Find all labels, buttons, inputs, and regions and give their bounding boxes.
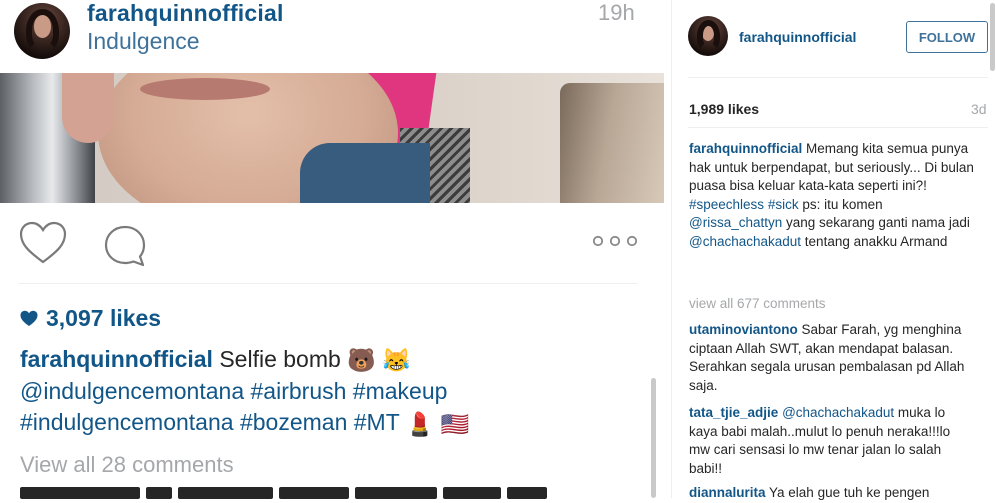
panel-caption-author[interactable]: farahquinnofficial (689, 141, 802, 156)
panel-author-username[interactable]: farahquinnofficial (739, 29, 856, 45)
panel-caption-mention[interactable]: @rissa_chattyn (689, 215, 782, 230)
caption-hashtag[interactable]: #airbrush (251, 378, 347, 404)
caption-text: Selfie bomb (219, 346, 341, 372)
comments-panel: farahquinnofficial FOLLOW 1,989 likes 3d… (671, 0, 996, 500)
ellipsis-icon (592, 235, 638, 247)
caption-hashtag[interactable]: #indulgencemontana (20, 409, 234, 435)
post-author-avatar[interactable] (14, 3, 70, 59)
us-flag-emoji-icon: 🇺🇸 (440, 410, 470, 437)
panel-timestamp: 3d (971, 101, 987, 117)
laughing-cat-emoji-icon: 😹 (382, 347, 411, 374)
post-author-username[interactable]: farahquinnofficial (87, 0, 284, 27)
comment-item: tata_tjie_adjie @chachachakadut muka lo … (689, 404, 974, 478)
caption-hashtag[interactable]: #bozeman (240, 409, 347, 435)
post-column: farahquinnofficial Indulgence 19h 3,097 … (0, 0, 664, 499)
panel-caption-hashtag[interactable]: #sick (768, 197, 799, 212)
view-all-comments-link[interactable]: View all 28 comments (20, 452, 234, 478)
lipstick-emoji-icon: 💄 (405, 410, 435, 437)
post-actions-bar (0, 203, 664, 283)
caption-mention[interactable]: @indulgencemontana (20, 378, 244, 404)
panel-caption-text: yang sekarang ganti nama jadi (786, 215, 970, 230)
post-likes[interactable]: 3,097 likes (20, 305, 161, 332)
panel-divider (688, 77, 988, 78)
heart-outline-icon (19, 221, 67, 264)
post-caption: farahquinnofficial Selfie bomb 🐻 😹 @indu… (20, 344, 620, 440)
comment-author[interactable]: utaminoviantono (689, 322, 798, 337)
comment-button[interactable] (102, 223, 148, 269)
post-photo[interactable] (0, 73, 664, 203)
post-timestamp: 19h (598, 0, 635, 25)
bear-emoji-icon: 🐻 (347, 347, 376, 374)
comment-item: diannalurita Ya elah gue tuh ke pengen (689, 484, 974, 503)
panel-view-all-comments-link[interactable]: view all 677 comments (689, 296, 826, 311)
post-location[interactable]: Indulgence (87, 28, 200, 55)
post-scrollbar[interactable] (651, 378, 656, 498)
like-button[interactable] (18, 220, 68, 268)
panel-caption-text: ps: itu komen (802, 196, 883, 212)
caption-author[interactable]: farahquinnofficial (20, 346, 213, 372)
follow-button[interactable]: FOLLOW (906, 21, 988, 53)
panel-likes[interactable]: 1,989 likes (689, 101, 759, 117)
heart-filled-icon (20, 310, 38, 326)
panel-scrollbar[interactable] (990, 3, 995, 71)
panel-caption-mention[interactable]: @chachachakadut (689, 234, 801, 249)
caption-hashtag[interactable]: #MT (354, 409, 400, 435)
panel-divider (688, 127, 988, 128)
panel-author-avatar[interactable] (688, 16, 728, 56)
more-options-button[interactable] (592, 233, 638, 249)
comment-mention[interactable]: @chachachakadut (782, 405, 894, 420)
panel-caption-hashtag[interactable]: #speechless (689, 197, 764, 212)
comment-bubble-icon (104, 225, 146, 267)
comment-author[interactable]: tata_tjie_adjie (689, 405, 778, 420)
post-likes-count: 3,097 likes (46, 305, 162, 331)
panel-caption-text: tentang anakku Armand (804, 233, 948, 249)
comment-item: utaminoviantono Sabar Farah, yg menghina… (689, 321, 974, 395)
post-divider (18, 283, 638, 284)
caption-hashtag[interactable]: #makeup (353, 378, 448, 404)
panel-caption: farahquinnofficial Memang kita semua pun… (689, 140, 979, 251)
